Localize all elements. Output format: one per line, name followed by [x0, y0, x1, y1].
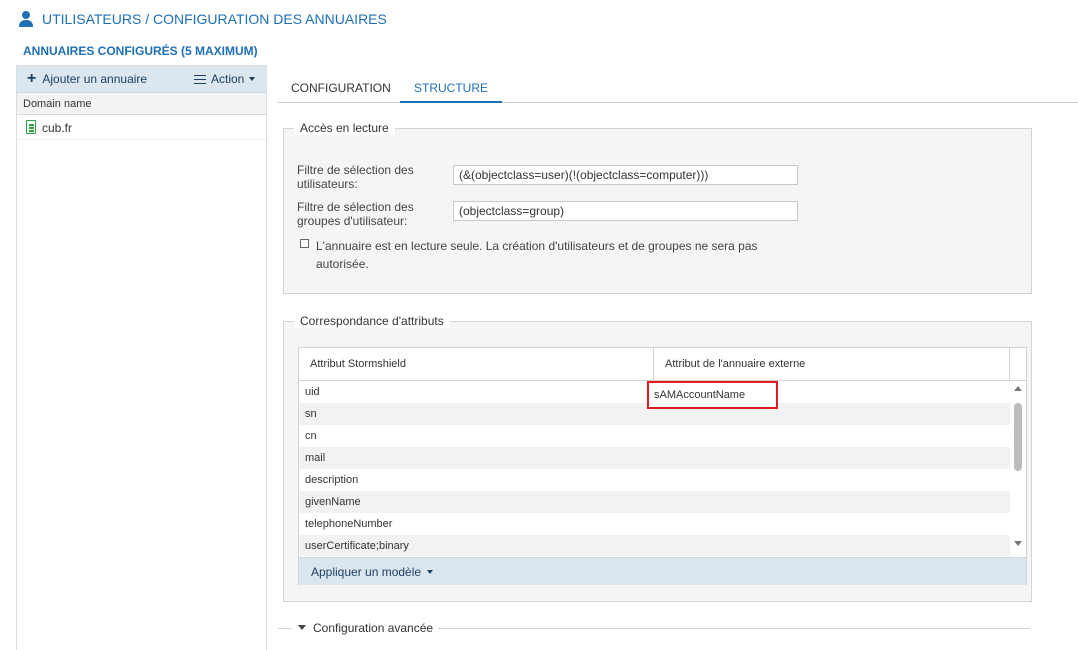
group-filter-label-line1: Filtre de sélection des [297, 200, 414, 214]
readonly-checkbox[interactable] [300, 239, 309, 248]
table-row[interactable]: telephoneNumber [299, 513, 1010, 535]
scrollbar-thumb[interactable] [1014, 403, 1022, 471]
tab-configuration[interactable]: CONFIGURATION [291, 75, 391, 101]
col-stormshield-header[interactable]: Attribut Stormshield [299, 348, 654, 380]
table-row[interactable]: cn [299, 425, 1010, 447]
configured-directories-title: ANNUAIRES CONFIGURÉS (5 MAXIMUM) [23, 44, 258, 58]
apply-model-label: Appliquer un modèle [311, 564, 422, 579]
row-attribute: sn [305, 408, 317, 420]
attribute-mapping-grid: Attribut Stormshield Attribut de l'annua… [298, 347, 1027, 585]
table-row[interactable]: userCertificate;binary [299, 535, 1010, 556]
read-access-legend: Accès en lecture [294, 121, 395, 135]
row-attribute: description [305, 474, 359, 486]
scroll-down-icon[interactable] [1014, 541, 1022, 546]
grid-header: Attribut Stormshield Attribut de l'annua… [299, 348, 1026, 381]
triangle-down-icon[interactable] [298, 625, 306, 630]
domain-name-column-header[interactable]: Domain name [17, 93, 266, 115]
grid-footer: Appliquer un modèle [299, 557, 1026, 585]
tab-bar: CONFIGURATION STRUCTURE [278, 75, 1078, 103]
row-attribute: cn [305, 430, 317, 442]
domain-name: cub.fr [42, 120, 73, 135]
group-filter-label: Filtre de sélection des groupes d'utilis… [297, 200, 414, 228]
domain-row[interactable]: cub.fr [17, 116, 266, 140]
group-filter-input[interactable] [453, 201, 798, 221]
external-attribute-edit-cell[interactable]: sAMAccountName [647, 381, 778, 409]
row-attribute: userCertificate;binary [305, 540, 409, 552]
attribute-mapping-fieldset: Correspondance d'attributs Attribut Stor… [283, 314, 1032, 602]
menu-icon [194, 74, 206, 84]
user-icon [18, 11, 34, 27]
divider [278, 628, 292, 629]
divider [438, 628, 1030, 629]
apply-model-button[interactable]: Appliquer un modèle [311, 558, 434, 585]
page-title: UTILISATEURS / CONFIGURATION DES ANNUAIR… [18, 10, 387, 28]
row-attribute: mail [305, 452, 326, 464]
add-directory-label: Ajouter un annuaire [42, 72, 148, 86]
chevron-down-icon [427, 569, 434, 574]
row-attribute: telephoneNumber [305, 518, 393, 530]
group-filter-label-line2: groupes d'utilisateur: [297, 214, 408, 228]
grid-scrollbar[interactable] [1011, 381, 1025, 556]
tab-structure[interactable]: STRUCTURE [400, 75, 502, 103]
plus-icon: + [27, 70, 37, 87]
scroll-up-icon[interactable] [1014, 386, 1022, 391]
action-label: Action [211, 72, 245, 86]
readonly-label-line1: L'annuaire est en lecture seule. La créa… [316, 239, 758, 253]
read-access-fieldset: Accès en lecture Filtre de sélection des… [283, 121, 1032, 294]
advanced-configuration-toggle[interactable]: Configuration avancée [313, 621, 433, 635]
readonly-label-line2: autorisée. [316, 257, 369, 271]
action-menu-button[interactable]: Action [194, 66, 256, 92]
table-row[interactable]: mail [299, 447, 1010, 469]
table-row[interactable]: givenName [299, 491, 1010, 513]
table-row[interactable]: description [299, 469, 1010, 491]
user-filter-label: Filtre de sélection des utilisateurs: [297, 163, 414, 191]
directory-icon [25, 120, 38, 135]
row-attribute: givenName [305, 496, 361, 508]
attribute-mapping-legend: Correspondance d'attributs [294, 314, 450, 328]
col-external-header[interactable]: Attribut de l'annuaire externe [654, 348, 1010, 380]
user-filter-input[interactable] [453, 165, 798, 185]
row-attribute: uid [305, 386, 320, 398]
user-filter-label-line1: Filtre de sélection des [297, 163, 414, 177]
directories-toolbar: + Ajouter un annuaire Action [17, 66, 266, 93]
user-filter-label-line2: utilisateurs: [297, 177, 358, 191]
readonly-label: L'annuaire est en lecture seule. La créa… [316, 237, 758, 273]
page-title-text: UTILISATEURS / CONFIGURATION DES ANNUAIR… [42, 11, 387, 27]
chevron-down-icon [249, 77, 256, 81]
directories-panel: + Ajouter un annuaire Action Domain name… [16, 65, 267, 650]
add-directory-button[interactable]: + Ajouter un annuaire [27, 66, 147, 92]
advanced-configuration-section: Configuration avancée [278, 621, 1030, 635]
